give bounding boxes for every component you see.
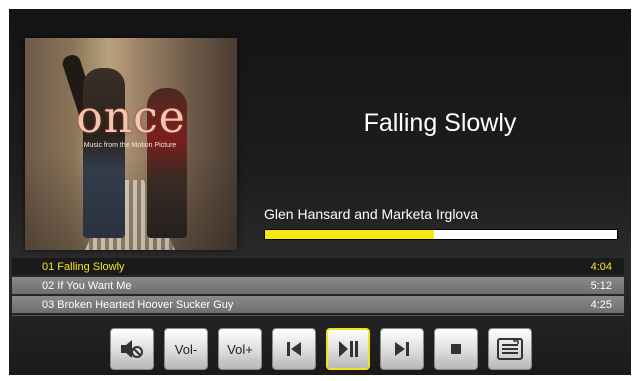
track-duration: 4:04 (590, 260, 612, 273)
volume-down-button[interactable]: Vol- (164, 328, 208, 370)
media-player-screen: once Music from the Motion Picture Falli… (9, 9, 631, 375)
skip-previous-icon (284, 339, 304, 359)
mute-button[interactable] (110, 328, 154, 370)
album-subtitle: Music from the Motion Picture (83, 142, 177, 149)
song-title: Falling Slowly (363, 109, 517, 137)
next-track-button[interactable] (380, 328, 424, 370)
progress-fill (265, 230, 434, 239)
skip-next-icon (392, 339, 412, 359)
playlist-icon (496, 337, 524, 361)
track-label: 01 Falling Slowly (42, 260, 125, 273)
previous-track-button[interactable] (272, 328, 316, 370)
track-label: 02 If You Want Me (42, 279, 132, 292)
stop-button[interactable] (434, 328, 478, 370)
play-pause-button[interactable] (326, 328, 370, 370)
volume-up-label: Vol+ (227, 341, 253, 357)
playlist-item[interactable]: 02 If You Want Me 5:12 (12, 277, 624, 294)
divider (12, 315, 624, 316)
stop-icon (448, 341, 464, 357)
playlist-item[interactable]: 03 Broken Hearted Hoover Sucker Guy 4:25 (12, 296, 624, 313)
volume-up-button[interactable]: Vol+ (218, 328, 262, 370)
mute-speaker-icon (119, 338, 145, 360)
progress-bar[interactable] (264, 229, 618, 240)
playlist-button[interactable] (488, 328, 532, 370)
volume-down-label: Vol- (174, 341, 198, 357)
album-logo: once (76, 92, 186, 143)
playlist-item[interactable]: 01 Falling Slowly 4:04 (12, 258, 624, 275)
transport-controls: Vol- Vol+ (110, 328, 532, 370)
playlist: 01 Falling Slowly 4:04 02 If You Want Me… (12, 258, 624, 315)
track-duration: 4:25 (590, 298, 612, 311)
track-duration: 5:12 (590, 279, 612, 292)
track-label: 03 Broken Hearted Hoover Sucker Guy (42, 298, 234, 311)
album-art: once Music from the Motion Picture (25, 38, 237, 250)
artist-name: Glen Hansard and Marketa Irglova (264, 206, 478, 222)
play-pause-icon (337, 339, 359, 359)
